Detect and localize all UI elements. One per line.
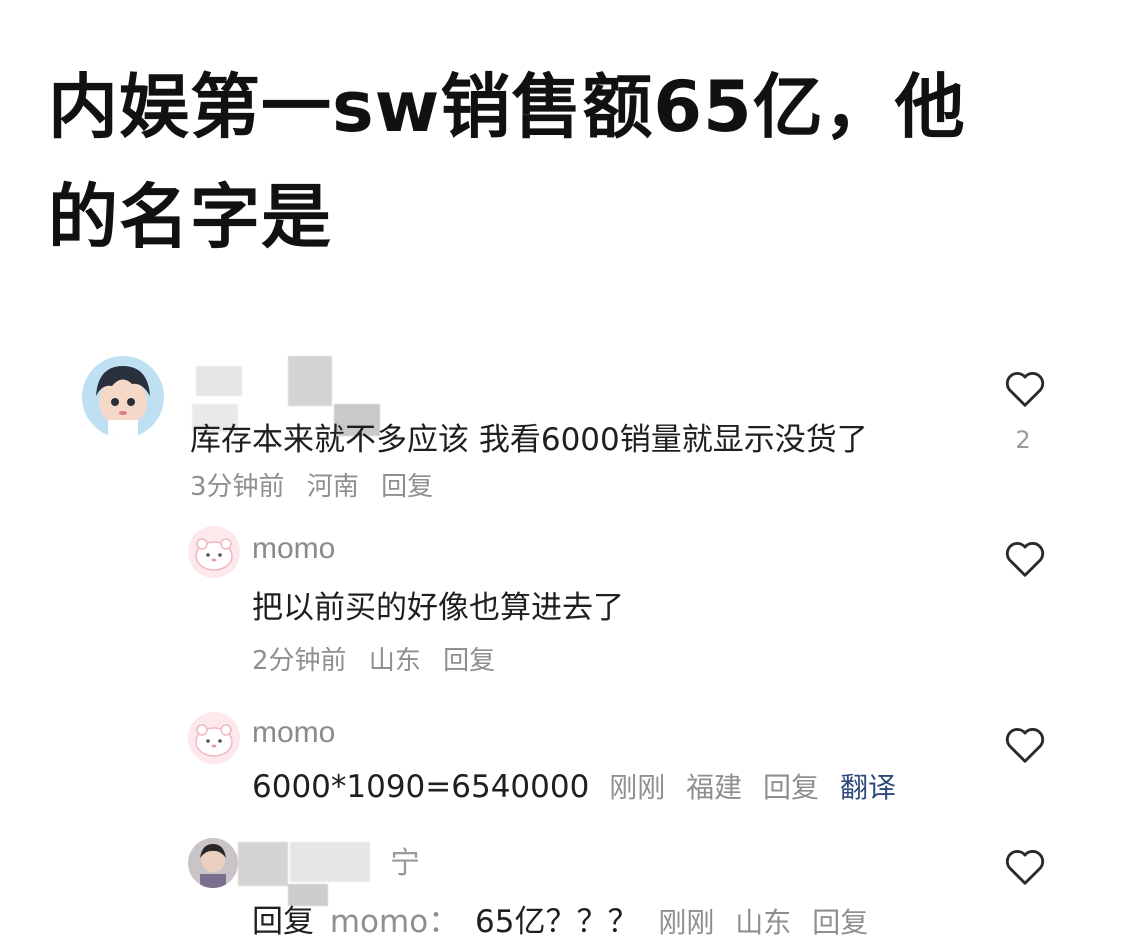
- comment-meta: 2分钟前 山东 回复: [252, 640, 509, 677]
- reply-target-name[interactable]: momo：: [330, 904, 459, 940]
- redacted-name-block: [196, 366, 242, 396]
- comment-time: 2分钟前: [252, 646, 347, 676]
- reply-button[interactable]: 回复: [381, 472, 433, 502]
- comment-text: 把以前买的好像也算进去了: [252, 590, 624, 626]
- comment-screenshot: 内娱第一sw销售额65亿，他 的名字是 库存本来就不多应该 我看6000销量就显…: [0, 0, 1130, 942]
- heart-outline-icon[interactable]: [1002, 844, 1048, 890]
- translate-button[interactable]: 翻译: [840, 771, 896, 804]
- reply-button[interactable]: 回复: [443, 646, 495, 676]
- comment-time: 3分钟前: [190, 472, 285, 502]
- comment-line: 回复 momo： 65亿？？？ 刚刚 山东 回复: [252, 896, 880, 941]
- post-title-line-2: 的名字是: [48, 176, 332, 258]
- comment-location: 河南: [306, 472, 359, 502]
- comment-meta: 刚刚 山东 回复: [658, 906, 880, 939]
- post-title: 内娱第一sw销售额65亿，他 的名字是: [48, 52, 1068, 272]
- post-title-line-1: 内娱第一sw销售额65亿，他: [48, 66, 966, 148]
- comment-location: 山东: [735, 906, 792, 939]
- comment-time: 刚刚: [609, 771, 666, 804]
- commenter-name[interactable]: momo: [252, 532, 335, 566]
- redacted-name-block: [290, 842, 370, 882]
- comment-text: 库存本来就不多应该 我看6000销量就显示没货了: [190, 422, 868, 458]
- commenter-name[interactable]: 宁: [390, 838, 420, 882]
- heart-outline-icon[interactable]: [1002, 722, 1048, 768]
- comment-time: 刚刚: [658, 906, 715, 939]
- redacted-name-block: [288, 356, 332, 406]
- heart-outline-icon[interactable]: [1002, 536, 1048, 582]
- anime-girl-avatar-icon[interactable]: [82, 356, 164, 438]
- comment-text: 65亿？？？: [475, 904, 639, 940]
- commenter-name[interactable]: momo: [252, 716, 335, 750]
- comment-meta: 3分钟前 河南 回复: [190, 466, 447, 503]
- like-count: 2: [1015, 426, 1031, 454]
- redacted-name-block: [238, 842, 288, 886]
- reply-prefix: 回复: [252, 904, 314, 940]
- comment-location: 福建: [686, 771, 743, 804]
- comment-line: 6000*1090=6540000 刚刚 福建 回复 翻译: [252, 766, 908, 806]
- heart-outline-icon[interactable]: [1002, 366, 1048, 412]
- pink-bear-avatar-icon[interactable]: [188, 712, 240, 764]
- comment-meta: 刚刚 福建 回复 翻译: [609, 771, 908, 804]
- comment-text: 6000*1090=6540000: [252, 769, 590, 805]
- comment-location: 山东: [368, 646, 421, 676]
- reply-button[interactable]: 回复: [812, 906, 868, 939]
- person-photo-avatar-icon[interactable]: [188, 838, 238, 888]
- pink-bear-avatar-icon[interactable]: [188, 526, 240, 578]
- reply-button[interactable]: 回复: [763, 771, 819, 804]
